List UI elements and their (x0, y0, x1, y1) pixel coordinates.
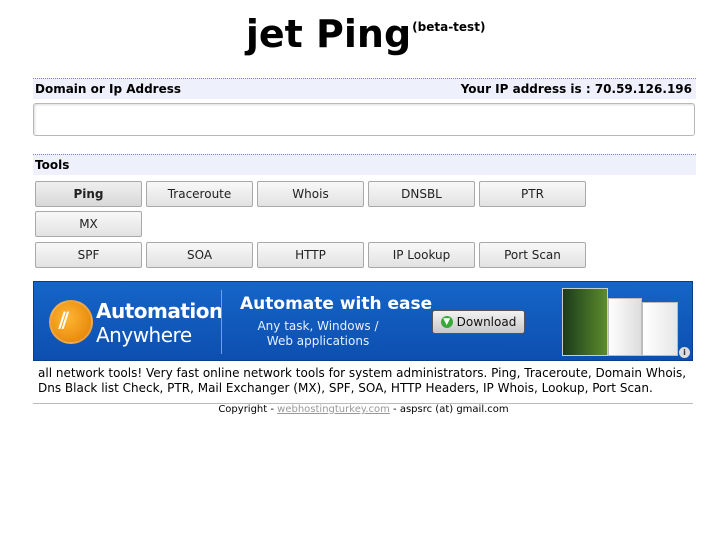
ad-download-label: Download (456, 315, 517, 329)
ad-subtext: Any task, Windows / Web applications (257, 319, 379, 348)
tools-section-bar: Tools (33, 154, 696, 175)
tools-label: Tools (35, 158, 70, 172)
ad-brand-line2: Anywhere (96, 323, 192, 347)
your-ip-label: Your IP address is : 70.59.126.196 (460, 82, 692, 96)
soa-button[interactable]: SOA (146, 242, 253, 268)
footer-suffix: - aspsrc (at) gmail.com (389, 404, 509, 415)
domain-section-bar: Domain or Ip Address Your IP address is … (33, 78, 696, 99)
ad-divider (221, 290, 222, 354)
info-icon[interactable]: i (679, 347, 690, 358)
ping-button[interactable]: Ping (35, 181, 142, 207)
spf-button[interactable]: SPF (35, 242, 142, 268)
dnsbl-button[interactable]: DNSBL (368, 181, 475, 207)
beta-badge: (beta-test) (412, 20, 486, 34)
port-scan-button[interactable]: Port Scan (479, 242, 586, 268)
http-button[interactable]: HTTP (257, 242, 364, 268)
site-description: all network tools! Very fast online netw… (38, 366, 687, 395)
ad-product-image (558, 288, 686, 358)
ip-lookup-button[interactable]: IP Lookup (368, 242, 475, 268)
automation-logo-icon: ⫽ (49, 300, 93, 344)
ad-banner[interactable]: ⫽ Automation Anywhere Automate with ease… (33, 281, 693, 361)
ptr-button[interactable]: PTR (479, 181, 586, 207)
ad-brand-line1: Automation (96, 299, 223, 323)
page-title: jet Ping (beta-test) (245, 12, 486, 56)
mx-button[interactable]: MX (35, 211, 142, 237)
footer: Copyright - webhostingturkey.com - aspsr… (0, 404, 727, 415)
domain-label: Domain or Ip Address (35, 82, 182, 96)
ad-download-button[interactable]: ▼ Download (432, 310, 525, 334)
whois-button[interactable]: Whois (257, 181, 364, 207)
download-arrow-icon: ▼ (440, 316, 453, 328)
ad-headline: Automate with ease (240, 294, 433, 314)
traceroute-button[interactable]: Traceroute (146, 181, 253, 207)
footer-link[interactable]: webhostingturkey.com (277, 404, 390, 415)
header: jet Ping (beta-test) (0, 12, 727, 56)
footer-prefix: Copyright - (218, 404, 278, 415)
ad-logo: ⫽ Automation Anywhere (34, 282, 223, 360)
domain-input[interactable] (33, 103, 695, 136)
